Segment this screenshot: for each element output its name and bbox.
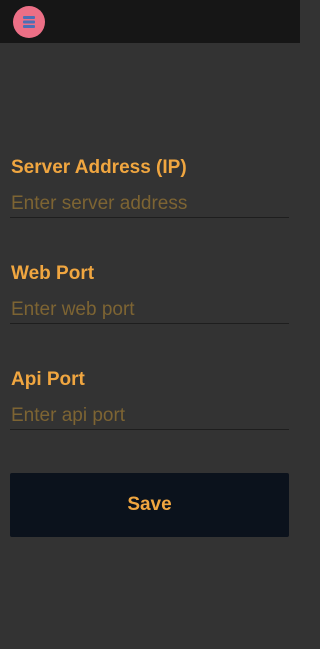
save-button[interactable]: Save <box>10 473 289 537</box>
top-bar <box>0 0 300 43</box>
api-port-label: Api Port <box>11 369 85 390</box>
server-address-input[interactable] <box>10 190 289 218</box>
api-port-input[interactable] <box>10 402 289 430</box>
stack-icon <box>22 15 36 29</box>
web-port-label: Web Port <box>11 263 95 284</box>
web-port-input[interactable] <box>10 296 289 324</box>
server-address-label: Server Address (IP) <box>11 157 187 178</box>
menu-button[interactable] <box>13 6 45 38</box>
